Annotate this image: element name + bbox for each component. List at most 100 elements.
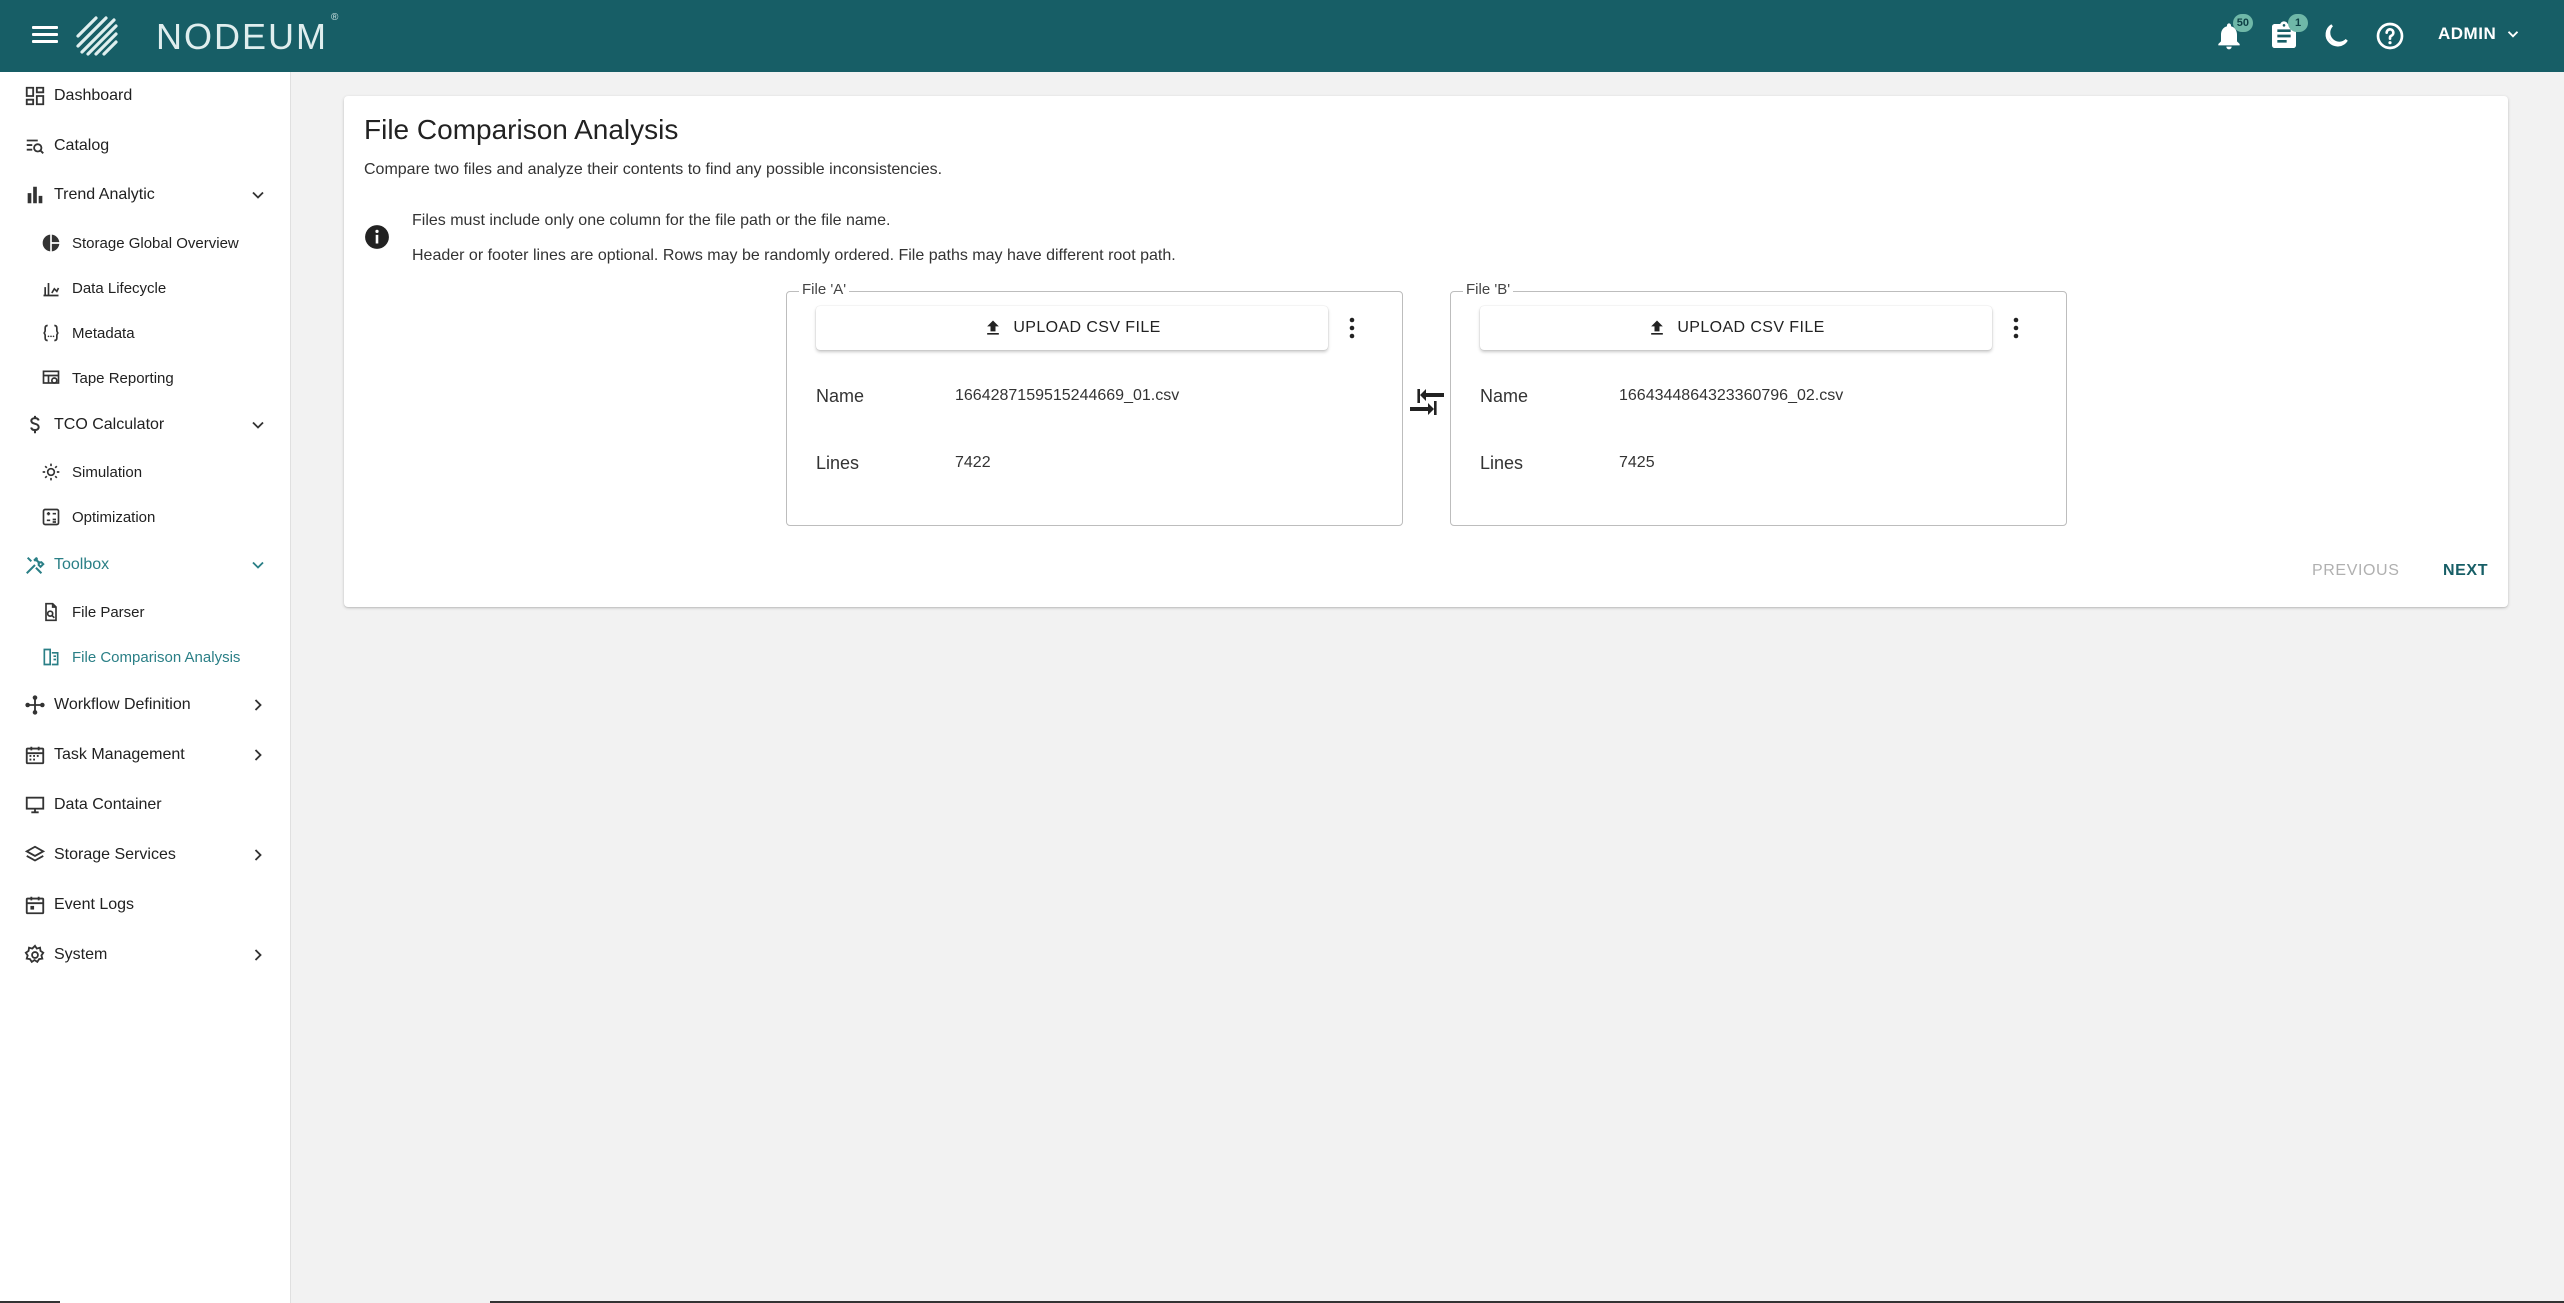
nodeum-logo-icon [76, 16, 118, 56]
sidebar-item-file-parser[interactable]: File Parser [0, 589, 290, 635]
sidebar-item-simulation[interactable]: Simulation [0, 449, 290, 495]
more-vert-icon[interactable] [1340, 314, 1364, 342]
page-title: File Comparison Analysis [364, 114, 679, 145]
menu-icon[interactable] [32, 22, 58, 50]
info-icon [365, 225, 389, 249]
file-a-name-label: Name [816, 386, 865, 406]
sidebar-item-tco-calculator[interactable]: TCO Calculator [0, 402, 290, 448]
upload-button-label: UPLOAD CSV FILE [1677, 319, 1825, 336]
upload-button-label: UPLOAD CSV FILE [1013, 319, 1161, 336]
chevron-right-icon [254, 949, 262, 961]
sidebar-item-task-management[interactable]: Task Management [0, 732, 290, 778]
user-menu[interactable]: ADMIN [2438, 24, 2522, 44]
file-a-upload-button[interactable]: UPLOAD CSV FILE [816, 306, 1328, 350]
workflow-icon [25, 695, 45, 715]
sidebar-item-catalog[interactable]: Catalog [0, 123, 290, 169]
info-text-line-1: Files must include only one column for t… [412, 212, 891, 229]
file-b-upload-button[interactable]: UPLOAD CSV FILE [1480, 306, 1992, 350]
sidebar-item-label: Simulation [72, 463, 143, 481]
sidebar-item-metadata[interactable]: Metadata [0, 310, 290, 356]
next-button[interactable]: NEXT [2443, 562, 2488, 580]
compare-arrows-icon[interactable] [1408, 385, 1446, 419]
sidebar-item-label: Tape Reporting [72, 369, 174, 387]
file-comparison-card: File Comparison Analysis Compare two fil… [344, 96, 2508, 607]
sidebar-item-storage-global-overview[interactable]: Storage Global Overview [0, 220, 290, 266]
sidebar-item-file-comparison-analysis[interactable]: File Comparison Analysis [0, 634, 290, 680]
sidebar-item-label: Storage Services [54, 846, 176, 863]
file-a-name-value: 1664287159515244669_01.csv [955, 387, 1180, 404]
file-a-lines-value: 7422 [955, 454, 991, 471]
more-vert-icon[interactable] [2004, 314, 2028, 342]
sidebar-item-storage-services[interactable]: Storage Services [0, 832, 290, 878]
sidebar-item-trend-analytic[interactable]: Trend Analytic [0, 172, 290, 218]
notifications-badge: 50 [2232, 14, 2253, 32]
file-b-lines-label: Lines [1480, 453, 1524, 473]
sidebar-item-label: Data Lifecycle [72, 279, 167, 297]
metadata-icon [43, 324, 59, 342]
catalog-icon [26, 139, 44, 154]
gear-icon [24, 944, 45, 964]
help-button[interactable] [2374, 20, 2406, 52]
chevron-down-icon [252, 421, 264, 429]
sidebar-item-data-lifecycle[interactable]: Data Lifecycle [0, 265, 290, 311]
file-compare-icon [43, 648, 59, 666]
sidebar-item-toolbox[interactable]: Toolbox [0, 542, 290, 588]
event-log-icon [25, 896, 45, 915]
sidebar-item-label: Task Management [54, 746, 185, 763]
calculator-icon [42, 508, 60, 526]
top-bar: NODEUM ® 50 1 ADMIN [0, 0, 2564, 72]
dollar-icon [30, 415, 40, 434]
sidebar-item-label: Catalog [54, 137, 110, 154]
sidebar-item-label: Toolbox [54, 556, 110, 573]
bar-chart-icon [27, 186, 43, 204]
sidebar-item-dashboard[interactable]: Dashboard [0, 73, 290, 119]
previous-button[interactable]: PREVIOUS [2312, 562, 2400, 580]
sidebar-item-data-container[interactable]: Data Container [0, 782, 290, 828]
simulation-icon [42, 463, 60, 481]
chevron-right-icon [254, 699, 262, 711]
sidebar-item-event-logs[interactable]: Event Logs [0, 882, 290, 928]
sidebar-item-workflow-definition[interactable]: Workflow Definition [0, 682, 290, 728]
sidebar-item-label: Workflow Definition [54, 696, 191, 713]
tools-icon [26, 556, 45, 574]
notifications-button[interactable]: 50 [2213, 14, 2253, 52]
monitor-icon [25, 796, 45, 814]
sidebar-item-label: Data Container [54, 796, 162, 813]
file-search-icon [45, 602, 57, 622]
tape-report-icon [42, 370, 60, 384]
sidebar-item-optimization[interactable]: Optimization [0, 494, 290, 540]
sidebar-item-system[interactable]: System [0, 932, 290, 978]
sidebar-item-label: System [54, 946, 108, 963]
tasks-button[interactable]: 1 [2268, 14, 2308, 52]
chevron-down-icon [2508, 31, 2519, 38]
help-icon [2376, 22, 2404, 50]
dark-mode-toggle[interactable] [2320, 20, 2352, 52]
layers-icon [24, 845, 46, 862]
upload-icon [1651, 320, 1664, 335]
file-b-legend: File 'B' [1463, 281, 1514, 298]
brand-name: NODEUM [156, 16, 328, 57]
sidebar-item-label: Dashboard [54, 87, 133, 104]
sidebar-item-label: File Comparison Analysis [72, 648, 241, 666]
dashboard-icon [25, 86, 45, 106]
tasks-badge: 1 [2288, 14, 2308, 32]
file-a-panel: File 'A' UPLOAD CSV FILE Name 1664287159… [786, 281, 1403, 526]
file-a-legend: File 'A' [799, 281, 850, 298]
lifecycle-icon [43, 283, 60, 297]
sidebar: Dashboard Catalog Trend Analytic Storage… [0, 72, 291, 1303]
file-b-name-value: 1664344864323360796_02.csv [1619, 387, 1844, 404]
sidebar-item-label: TCO Calculator [54, 416, 165, 433]
info-text-line-2: Header or footer lines are optional. Row… [412, 247, 1176, 264]
sidebar-item-label: File Parser [72, 603, 145, 621]
page-subtitle: Compare two files and analyze their cont… [364, 161, 943, 178]
sidebar-item-label: Storage Global Overview [72, 234, 239, 252]
moon-icon [2325, 24, 2348, 47]
user-label: ADMIN [2438, 24, 2497, 43]
sidebar-item-tape-reporting[interactable]: Tape Reporting [0, 355, 290, 401]
file-b-panel: File 'B' UPLOAD CSV FILE Name 1664344864… [1450, 281, 2067, 526]
sidebar-item-label: Optimization [72, 508, 156, 526]
sidebar-item-label: Event Logs [54, 896, 135, 913]
pie-chart-icon [42, 234, 60, 252]
chevron-right-icon [254, 749, 262, 761]
upload-icon [987, 320, 1000, 335]
